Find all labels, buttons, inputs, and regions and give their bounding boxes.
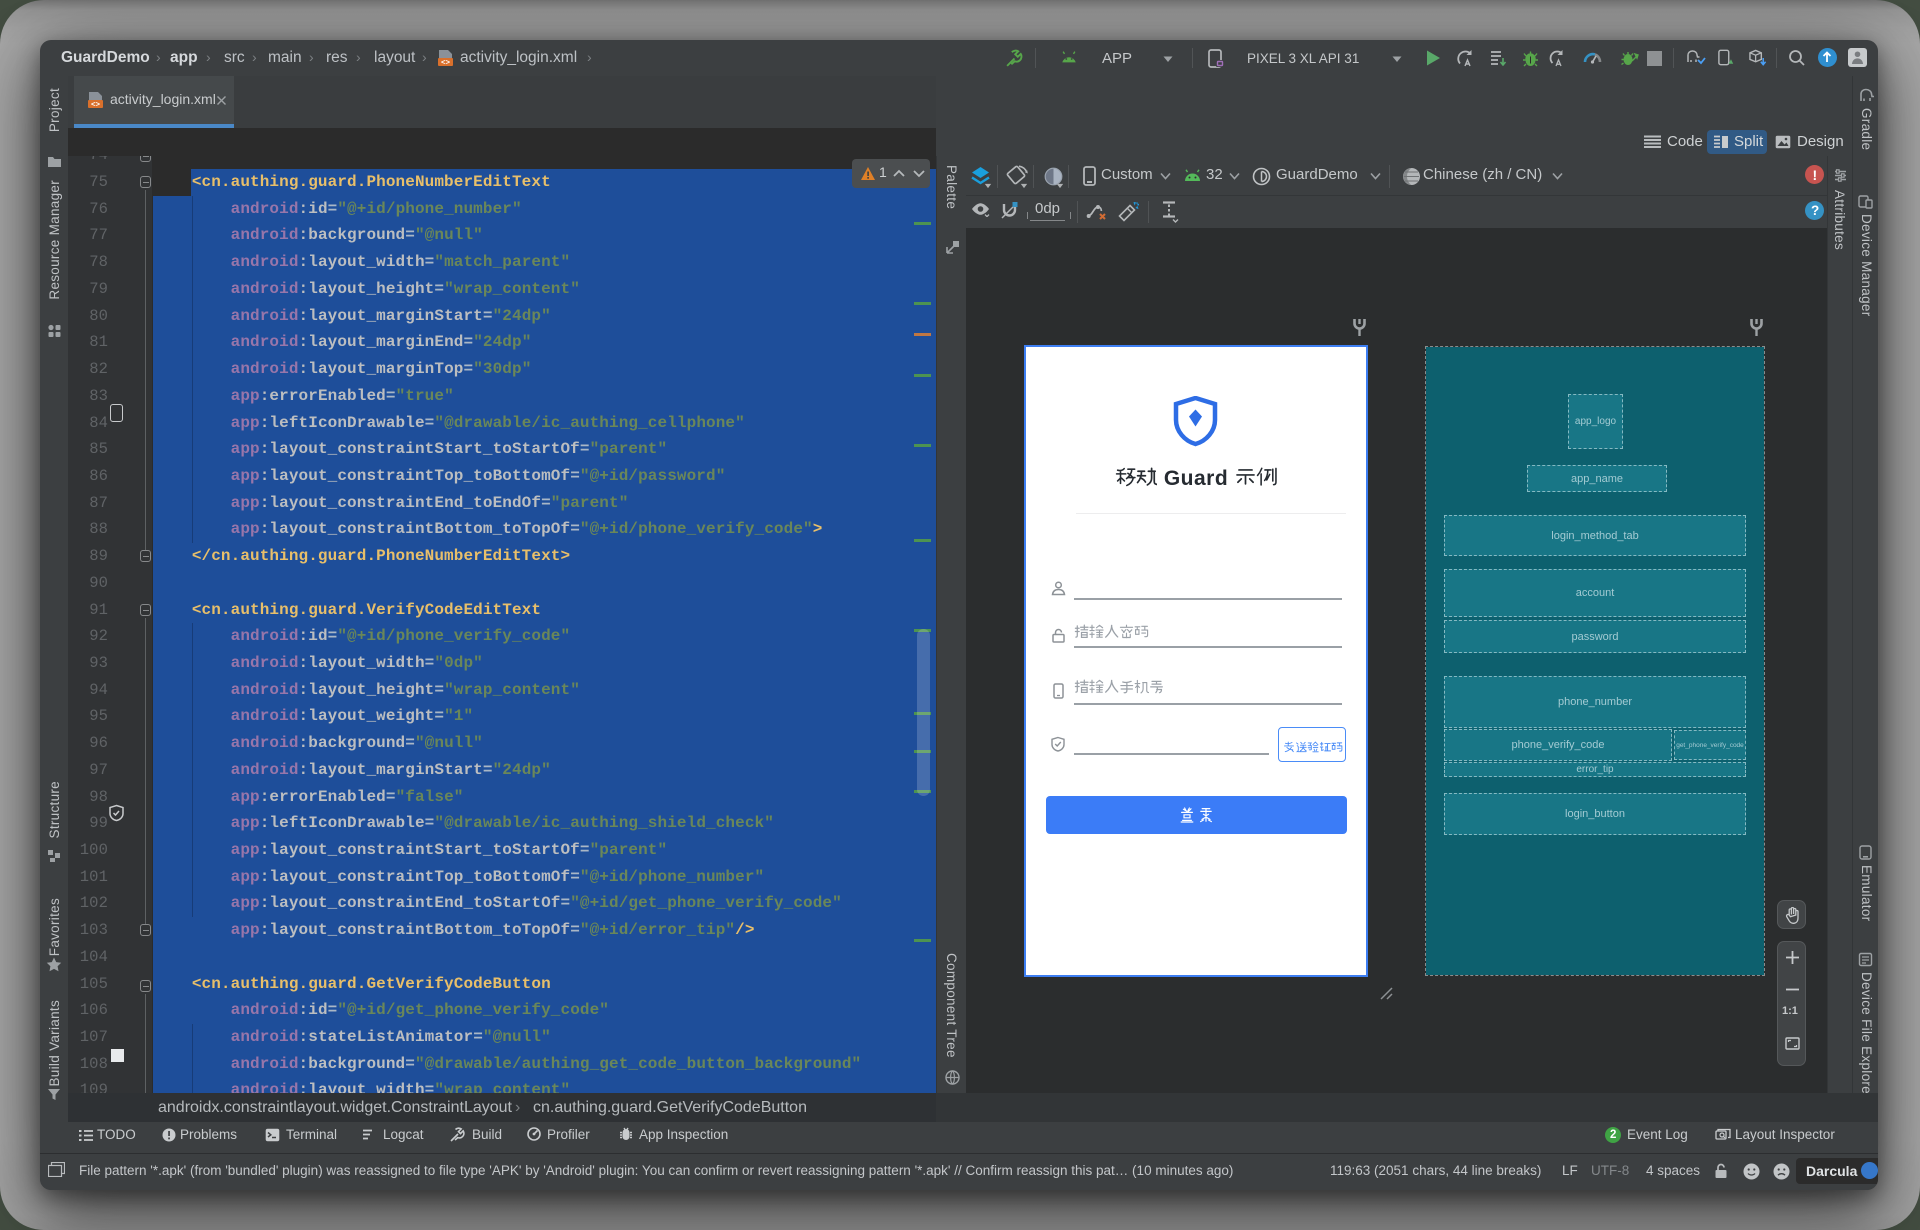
svg-text:<>: <> — [91, 102, 101, 109]
svg-text:<>: <> — [441, 60, 451, 67]
